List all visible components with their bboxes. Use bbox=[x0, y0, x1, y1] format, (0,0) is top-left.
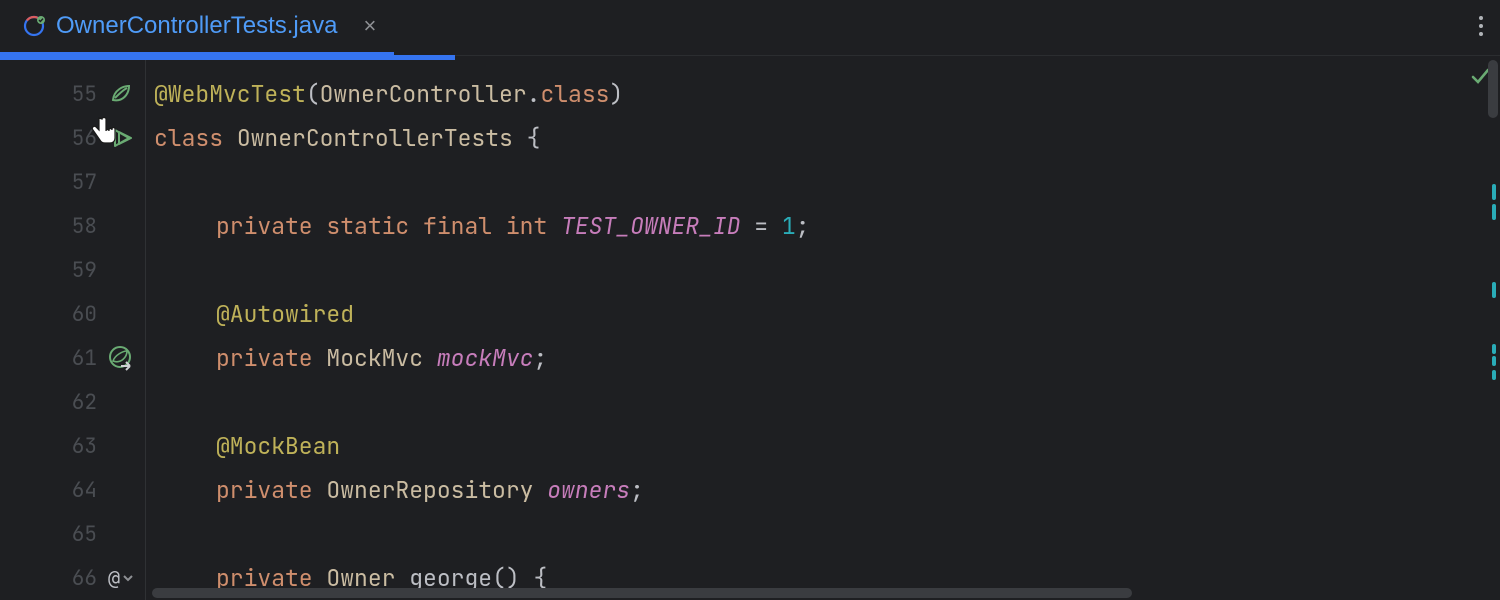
code-line[interactable]: @WebMvcTest(OwnerController.class) bbox=[154, 72, 623, 116]
tab-close-icon[interactable]: × bbox=[363, 15, 376, 37]
recursive-method-icon[interactable]: @ bbox=[107, 564, 135, 592]
tabbar-actions bbox=[1478, 0, 1500, 52]
gutter-icon-placeholder bbox=[107, 168, 135, 196]
java-test-file-icon bbox=[22, 14, 46, 38]
gutter-icon-placeholder bbox=[107, 520, 135, 548]
code-content[interactable]: @WebMvcTest(OwnerController.class) class… bbox=[146, 56, 1500, 600]
line-number: 55 bbox=[53, 81, 97, 108]
spring-leaf-icon[interactable] bbox=[107, 80, 135, 108]
gutter-icon-placeholder bbox=[107, 432, 135, 460]
gutter-icon-placeholder bbox=[107, 476, 135, 504]
vertical-scrollbar-thumb[interactable] bbox=[1488, 60, 1498, 118]
line-number: 57 bbox=[53, 169, 97, 196]
analysis-progress-bar bbox=[0, 55, 455, 60]
code-line[interactable]: @Autowired bbox=[216, 292, 354, 336]
code-line[interactable]: class OwnerControllerTests { bbox=[154, 116, 540, 160]
line-number: 62 bbox=[53, 389, 97, 416]
code-line[interactable]: private MockMvc mockMvc; bbox=[216, 336, 547, 380]
code-line[interactable]: private OwnerRepository owners; bbox=[216, 468, 644, 512]
horizontal-scrollbar[interactable] bbox=[146, 586, 1478, 600]
gutter-icon-placeholder bbox=[107, 256, 135, 284]
line-number: 58 bbox=[53, 213, 97, 240]
line-number: 63 bbox=[53, 433, 97, 460]
vertical-scrollbar[interactable] bbox=[1486, 60, 1500, 600]
gutter-icon-placeholder bbox=[107, 388, 135, 416]
tab-options-icon[interactable] bbox=[1478, 15, 1484, 37]
line-number: 60 bbox=[53, 301, 97, 328]
editor-tabbar: OwnerControllerTests.java × bbox=[0, 0, 1500, 52]
line-number: 59 bbox=[53, 257, 97, 284]
line-number: 64 bbox=[53, 477, 97, 504]
line-number: 61 bbox=[53, 345, 97, 372]
at-glyph: @ bbox=[108, 566, 120, 590]
line-number: 65 bbox=[53, 521, 97, 548]
tab-filename: OwnerControllerTests.java bbox=[56, 12, 337, 40]
gutter-icon-placeholder bbox=[107, 212, 135, 240]
code-line[interactable]: private static final int TEST_OWNER_ID =… bbox=[216, 204, 810, 248]
code-editor[interactable]: 55 56 57 58 59 bbox=[0, 56, 1500, 600]
run-test-icon[interactable] bbox=[107, 124, 135, 152]
editor-tab-active[interactable]: OwnerControllerTests.java × bbox=[0, 0, 394, 52]
spring-bean-navigate-icon[interactable] bbox=[107, 344, 135, 372]
line-number: 56 bbox=[53, 125, 97, 152]
code-line[interactable]: @MockBean bbox=[216, 424, 340, 468]
gutter-icon-placeholder bbox=[107, 300, 135, 328]
line-number: 66 bbox=[53, 565, 97, 592]
editor-gutter[interactable]: 55 56 57 58 59 bbox=[0, 56, 146, 600]
horizontal-scrollbar-thumb[interactable] bbox=[152, 588, 1132, 598]
